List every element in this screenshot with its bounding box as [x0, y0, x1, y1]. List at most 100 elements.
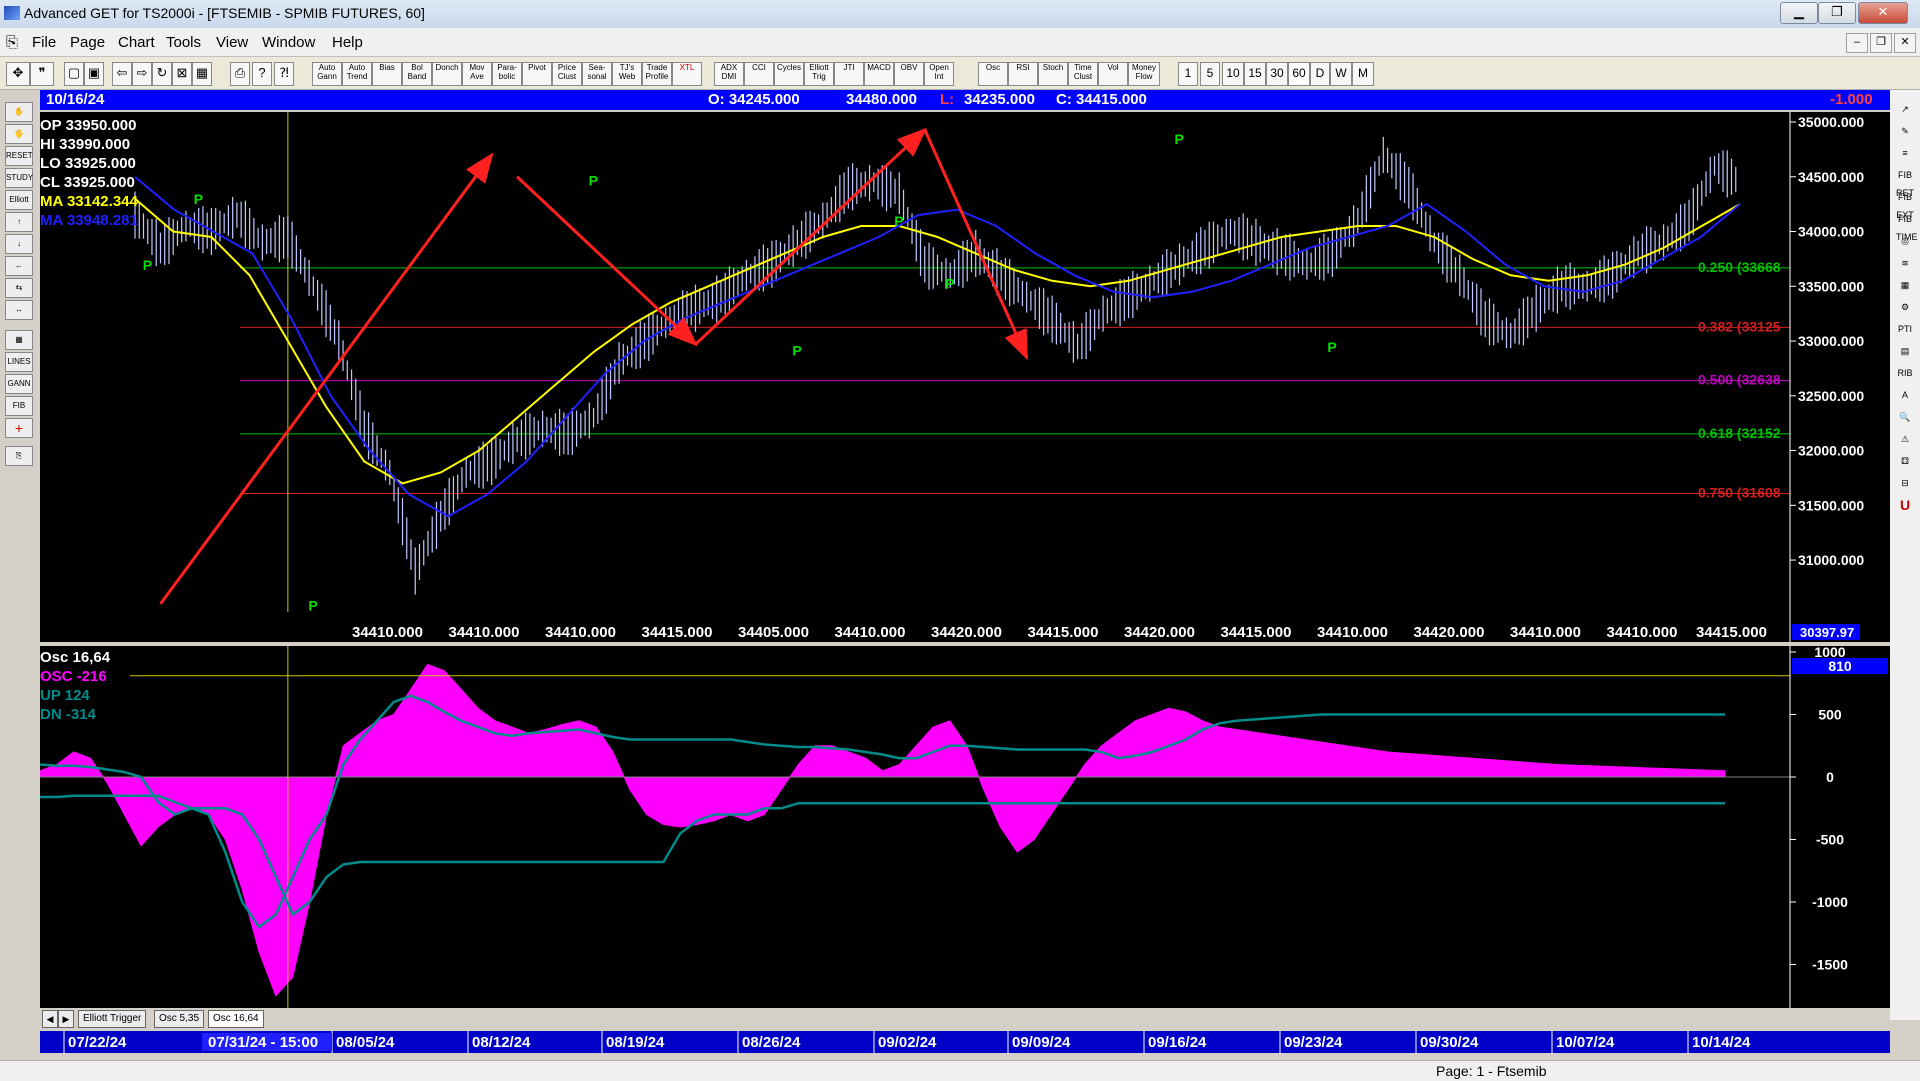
lines-tool[interactable]: LINES: [5, 352, 33, 372]
crosshair-icon[interactable]: +: [5, 418, 33, 438]
delete-icon[interactable]: ⊠: [172, 62, 192, 86]
right-tool-icon[interactable]: ▤: [1896, 342, 1914, 360]
interval-10-button[interactable]: 10: [1222, 62, 1244, 86]
interval-monthly-button[interactable]: M: [1352, 62, 1374, 86]
interval-15-button[interactable]: 15: [1244, 62, 1266, 86]
minimize-button[interactable]: ▁: [1780, 2, 1818, 24]
open-page-icon[interactable]: ▣: [84, 62, 104, 86]
quote-icon[interactable]: ❞: [30, 62, 54, 86]
oscillator-chart[interactable]: 10005000-500-1000-1500810Osc 16,64OSC -2…: [39, 644, 1890, 1008]
right-tool-icon[interactable]: ⚙: [1896, 298, 1914, 316]
mdi-close-button[interactable]: ✕: [1894, 33, 1916, 53]
swap-icon[interactable]: ⇆: [5, 278, 33, 298]
right-tool-icon[interactable]: ≋: [1896, 254, 1914, 272]
study-elliott-trig-button[interactable]: Elliott Trig: [804, 62, 834, 86]
right-tool-icon[interactable]: PTI: [1896, 320, 1914, 338]
study-trade-profile-button[interactable]: Trade Profile: [642, 62, 672, 86]
study-seasonal-button[interactable]: Sea- sonal: [582, 62, 612, 86]
refresh-icon[interactable]: ↻: [152, 62, 172, 86]
tab-osc-16-64[interactable]: Osc 16,64: [208, 1010, 264, 1028]
interval-weekly-button[interactable]: W: [1330, 62, 1352, 86]
study-bias-button[interactable]: Bias: [372, 62, 402, 86]
restore-button[interactable]: ❐: [1818, 2, 1856, 24]
menu-doc-icon[interactable]: ⎘: [6, 34, 18, 51]
expand-icon[interactable]: ↔: [5, 300, 33, 320]
study-pivot-button[interactable]: Pivot: [522, 62, 552, 86]
study-mov-ave-button[interactable]: Mov Ave: [462, 62, 492, 86]
study-osc-button[interactable]: Osc: [978, 62, 1008, 86]
menu-view[interactable]: View: [216, 34, 248, 51]
gann-tool[interactable]: GANN: [5, 374, 33, 394]
print-icon[interactable]: ⎙: [230, 62, 250, 86]
reset-tool[interactable]: RESET: [5, 146, 33, 166]
close-button[interactable]: ✕: [1858, 2, 1908, 24]
interval-60-button[interactable]: 60: [1288, 62, 1310, 86]
price-chart[interactable]: 0.250 (33668 0.382 (33125 0.500 (32638 0.61…: [40, 112, 1890, 642]
menu-file[interactable]: File: [32, 34, 56, 51]
right-tool-icon[interactable]: ⊟: [1896, 474, 1914, 492]
forward-icon[interactable]: ⇨: [132, 62, 152, 86]
right-tool-icon[interactable]: ▦: [1896, 276, 1914, 294]
interval-5-button[interactable]: 5: [1200, 62, 1220, 86]
right-tool-icon[interactable]: FIB RET: [1896, 166, 1914, 198]
menu-window[interactable]: Window: [262, 34, 315, 51]
study-tool[interactable]: STUDY: [5, 168, 33, 188]
right-tool-icon[interactable]: ◎: [1896, 232, 1914, 250]
study-auto-gann-button[interactable]: Auto Gann: [312, 62, 342, 86]
tab-scroll-left-icon[interactable]: ◀: [42, 1010, 58, 1028]
grid-icon[interactable]: ▦: [192, 62, 212, 86]
mdi-restore-button[interactable]: ❐: [1870, 33, 1892, 53]
right-tool-icon[interactable]: FIB TIME: [1896, 210, 1918, 242]
study-price-clust-button[interactable]: Price Clust: [552, 62, 582, 86]
context-help-icon[interactable]: ⁈: [274, 62, 294, 86]
study-vol-button[interactable]: Vol: [1098, 62, 1128, 86]
arrow-left-icon[interactable]: ←: [5, 256, 33, 276]
study-bol-band-button[interactable]: Bol Band: [402, 62, 432, 86]
study-rsi-button[interactable]: RSI: [1008, 62, 1038, 86]
study-tjs-web-button[interactable]: TJ's Web: [612, 62, 642, 86]
right-tool-icon[interactable]: U: [1896, 496, 1914, 514]
menu-help[interactable]: Help: [332, 34, 363, 51]
elliott-tool[interactable]: Elliott: [5, 190, 33, 210]
pointer-tool-icon[interactable]: ✥: [6, 62, 30, 86]
right-tool-icon[interactable]: ⚃: [1896, 452, 1914, 470]
grab-tool-icon[interactable]: 🖐: [5, 124, 33, 144]
study-donch-button[interactable]: Donch: [432, 62, 462, 86]
study-open-int-button[interactable]: Open Int: [924, 62, 954, 86]
study-cci-button[interactable]: CCI: [744, 62, 774, 86]
right-tool-icon[interactable]: ⚠: [1896, 430, 1914, 448]
oscillator-panel[interactable]: 1000 500 0 -500 -1000 -1500 810 Osc 16,64 OSC -2…: [39, 644, 1890, 1008]
study-jti-button[interactable]: JTI: [834, 62, 864, 86]
arrow-down-icon[interactable]: ↓: [5, 234, 33, 254]
fib-tool[interactable]: FIB: [5, 396, 33, 416]
tab-osc-5-35[interactable]: Osc 5,35: [154, 1010, 205, 1028]
grid-tool-icon[interactable]: ▦: [5, 330, 33, 350]
study-xtl-button[interactable]: XTL: [672, 62, 702, 86]
back-icon[interactable]: ⇦: [112, 62, 132, 86]
copy-icon[interactable]: ⎘: [5, 446, 33, 466]
study-money-flow-button[interactable]: Money Flow: [1128, 62, 1160, 86]
menu-chart[interactable]: Chart: [118, 34, 155, 51]
right-tool-icon[interactable]: A: [1896, 386, 1914, 404]
arrow-up-icon[interactable]: ↑: [5, 212, 33, 232]
interval-30-button[interactable]: 30: [1266, 62, 1288, 86]
right-tool-icon[interactable]: FIB EXT: [1896, 188, 1914, 220]
study-auto-trend-button[interactable]: Auto Trend: [342, 62, 372, 86]
study-macd-button[interactable]: MACD: [864, 62, 894, 86]
study-cycles-button[interactable]: Cycles: [774, 62, 804, 86]
help-bulb-icon[interactable]: ?: [252, 62, 272, 86]
right-tool-icon[interactable]: ✎: [1896, 122, 1914, 140]
interval-daily-button[interactable]: D: [1310, 62, 1330, 86]
study-stoch-button[interactable]: Stoch: [1038, 62, 1068, 86]
study-parabolic-button[interactable]: Para- bolic: [492, 62, 522, 86]
right-tool-icon[interactable]: ≡: [1896, 144, 1914, 162]
study-time-clust-button[interactable]: Time Clust: [1068, 62, 1098, 86]
tab-scroll-right-icon[interactable]: ▶: [58, 1010, 74, 1028]
study-adx-dmi-button[interactable]: ADX DMI: [714, 62, 744, 86]
menu-tools[interactable]: Tools: [166, 34, 201, 51]
right-tool-icon[interactable]: RIB: [1896, 364, 1914, 382]
price-chart-panel[interactable]: 0.250 (33668 0.382 (33125 0.500 (32638 0.61…: [40, 112, 1890, 642]
study-obv-button[interactable]: OBV: [894, 62, 924, 86]
menu-page[interactable]: Page: [70, 34, 105, 51]
hand-tool-icon[interactable]: ✋: [5, 102, 33, 122]
